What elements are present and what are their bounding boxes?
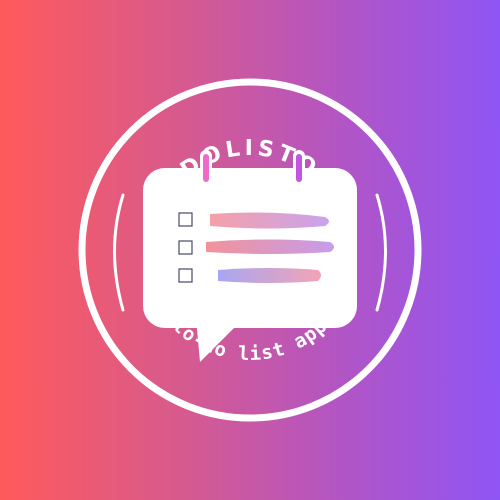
logo-emblem: DOLISTO to-do list app xyxy=(78,78,422,422)
right-bracket-arc xyxy=(375,193,387,312)
logo-canvas: DOLISTO to-do list app xyxy=(0,0,500,500)
task-bar xyxy=(206,239,334,254)
binder-ring-left-accent xyxy=(203,154,209,182)
left-bracket-arc xyxy=(113,193,125,312)
binder-ring-right-accent xyxy=(296,154,302,182)
task-bar xyxy=(218,268,321,283)
